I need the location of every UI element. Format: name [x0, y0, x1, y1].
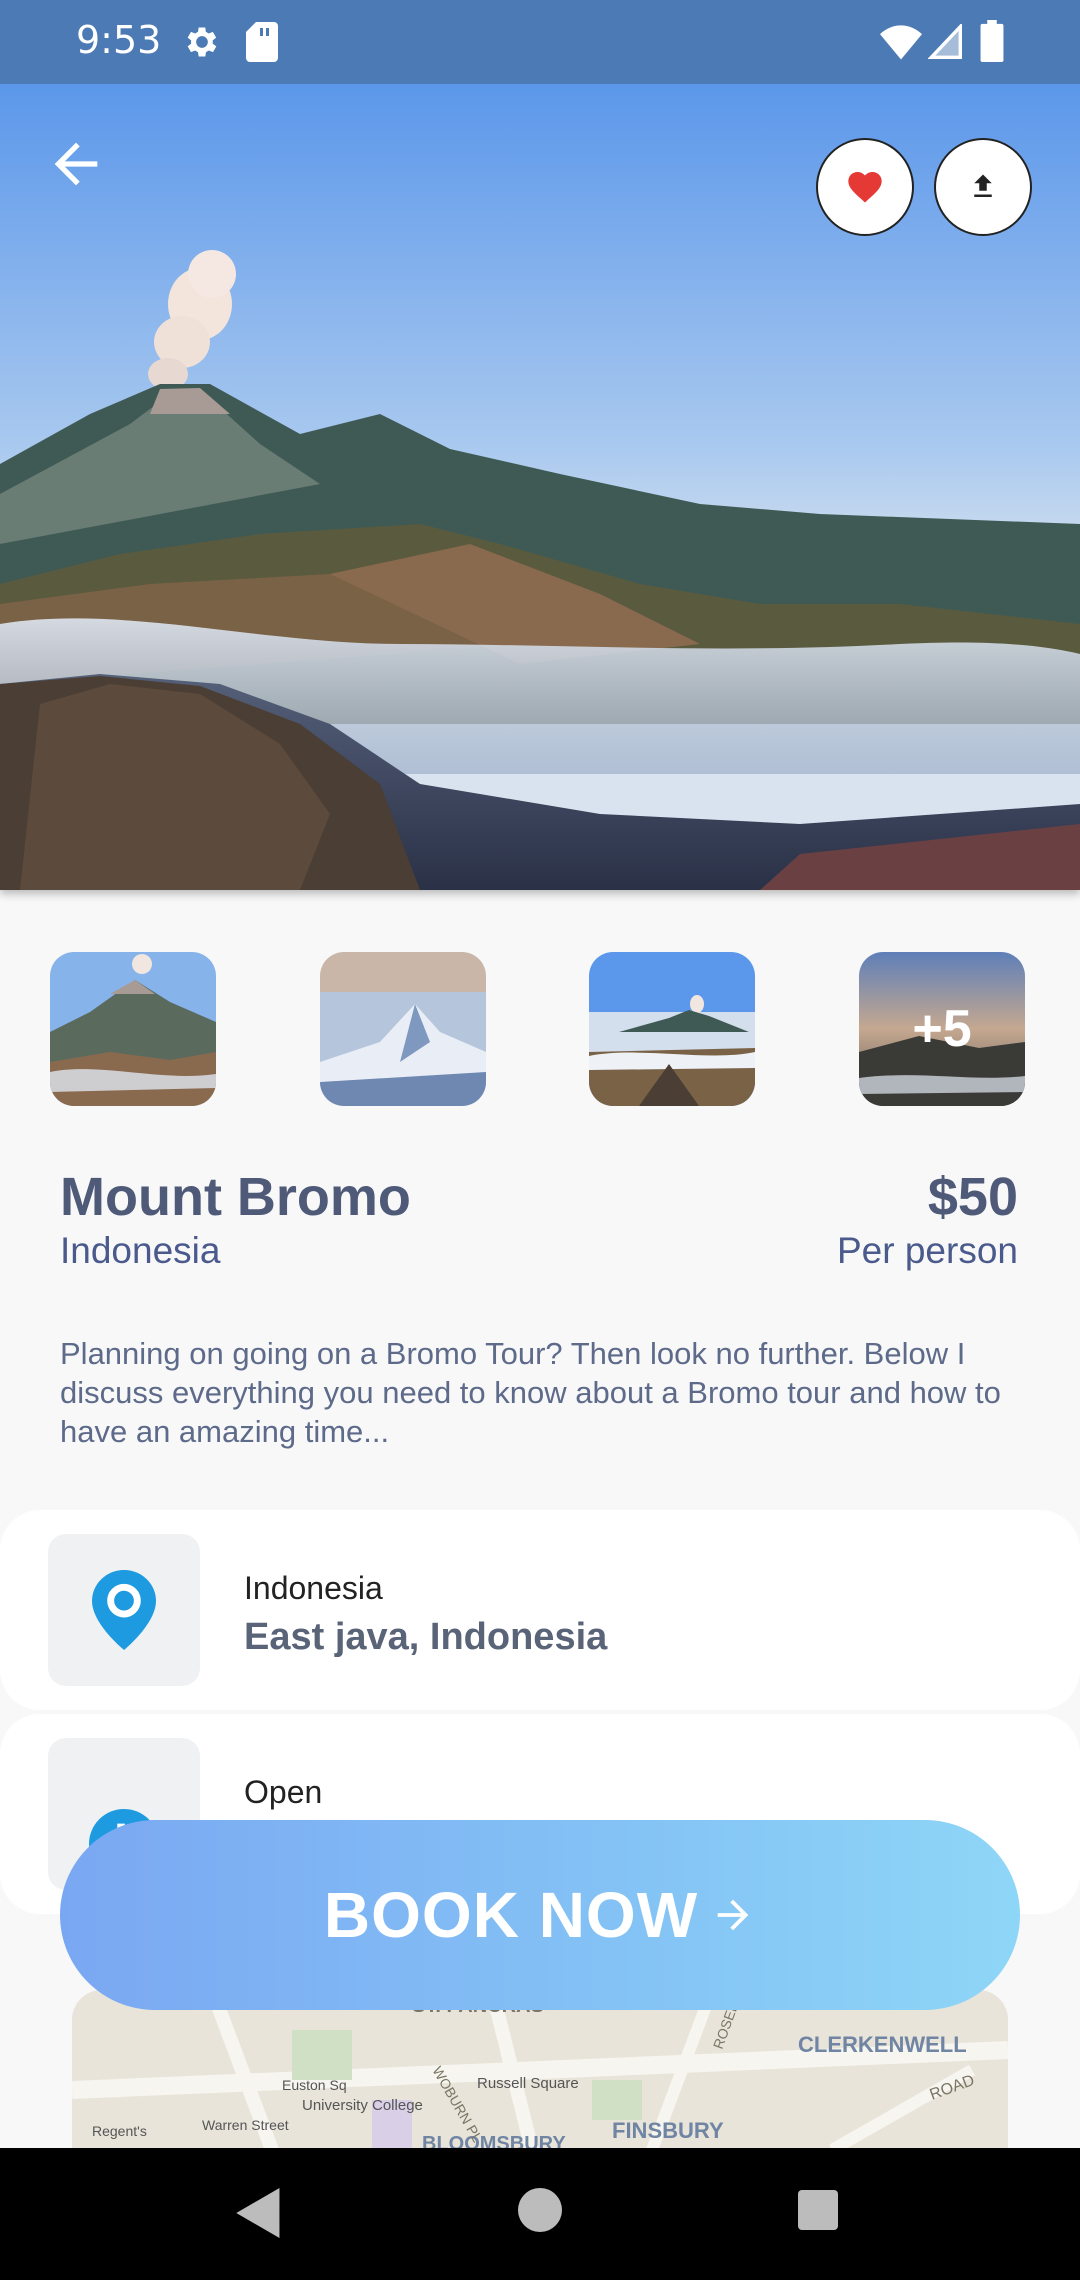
map-label: Warren Street: [202, 2117, 289, 2133]
map-label: CLERKENWELL: [798, 2032, 967, 2057]
map-label: FINSBURY: [612, 2118, 724, 2143]
thumbnail-image: [50, 952, 216, 1106]
gallery-thumbnail-1[interactable]: [50, 952, 216, 1106]
wifi-icon: [880, 25, 922, 60]
thumbnail-image: [589, 952, 755, 1106]
price-unit: Per person: [837, 1230, 1018, 1271]
location-map[interactable]: ST. PANCRAS CLERKENWELL FINSBURY BLOOMSB…: [72, 1990, 1008, 2150]
place-name: Mount Bromo: [60, 1167, 411, 1227]
status-bar: 9:53: [0, 0, 1080, 84]
arrow-right-icon: [717, 1899, 749, 1931]
sd-card-icon: [246, 22, 278, 62]
system-nav-bar: [0, 2148, 1080, 2280]
status-time: 9:53: [76, 18, 162, 62]
map-label: University College: [302, 2097, 423, 2114]
share-button[interactable]: [934, 138, 1032, 236]
favorite-button[interactable]: [816, 138, 914, 236]
nav-recents-icon[interactable]: [798, 2190, 838, 2230]
location-value: East java, Indonesia: [244, 1616, 608, 1658]
map-pin-icon: [92, 1570, 156, 1650]
mountain-landscape-illustration: [0, 84, 1080, 890]
map-label: Russell Square: [477, 2075, 579, 2092]
gallery-thumbnail-2[interactable]: [320, 952, 486, 1106]
place-country: Indonesia: [60, 1230, 221, 1271]
heart-icon: [848, 172, 882, 203]
location-icon-box: [48, 1534, 200, 1686]
price: $50: [927, 1167, 1018, 1227]
gallery-thumbnail-3[interactable]: [589, 952, 755, 1106]
location-label: Indonesia: [244, 1570, 383, 1606]
more-photos-count: +5: [912, 1000, 972, 1058]
map-tiles: ST. PANCRAS CLERKENWELL FINSBURY BLOOMSB…: [72, 1990, 1008, 2150]
book-now-button[interactable]: BOOK NOW: [60, 1820, 1020, 2010]
map-label: Euston Sq: [282, 2077, 347, 2093]
nav-back-icon[interactable]: [236, 2188, 282, 2238]
gear-icon: [187, 27, 217, 57]
book-now-label: BOOK NOW: [323, 1879, 699, 1951]
gallery-thumbnail-more[interactable]: +5: [859, 952, 1025, 1106]
hours-label: Open: [244, 1774, 323, 1810]
battery-icon: [980, 20, 1004, 62]
location-card[interactable]: Indonesia East java, Indonesia: [0, 1510, 1080, 1710]
arrow-left-icon[interactable]: [44, 132, 108, 196]
thumbnail-image: [320, 952, 486, 1106]
upload-icon: [974, 174, 992, 197]
nav-home-icon[interactable]: [518, 2188, 562, 2232]
hero-image: [0, 84, 1080, 890]
map-label: Regent's: [92, 2123, 147, 2139]
description: Planning on going on a Bromo Tour? Then …: [60, 1336, 1001, 1449]
signal-icon: [928, 24, 962, 59]
